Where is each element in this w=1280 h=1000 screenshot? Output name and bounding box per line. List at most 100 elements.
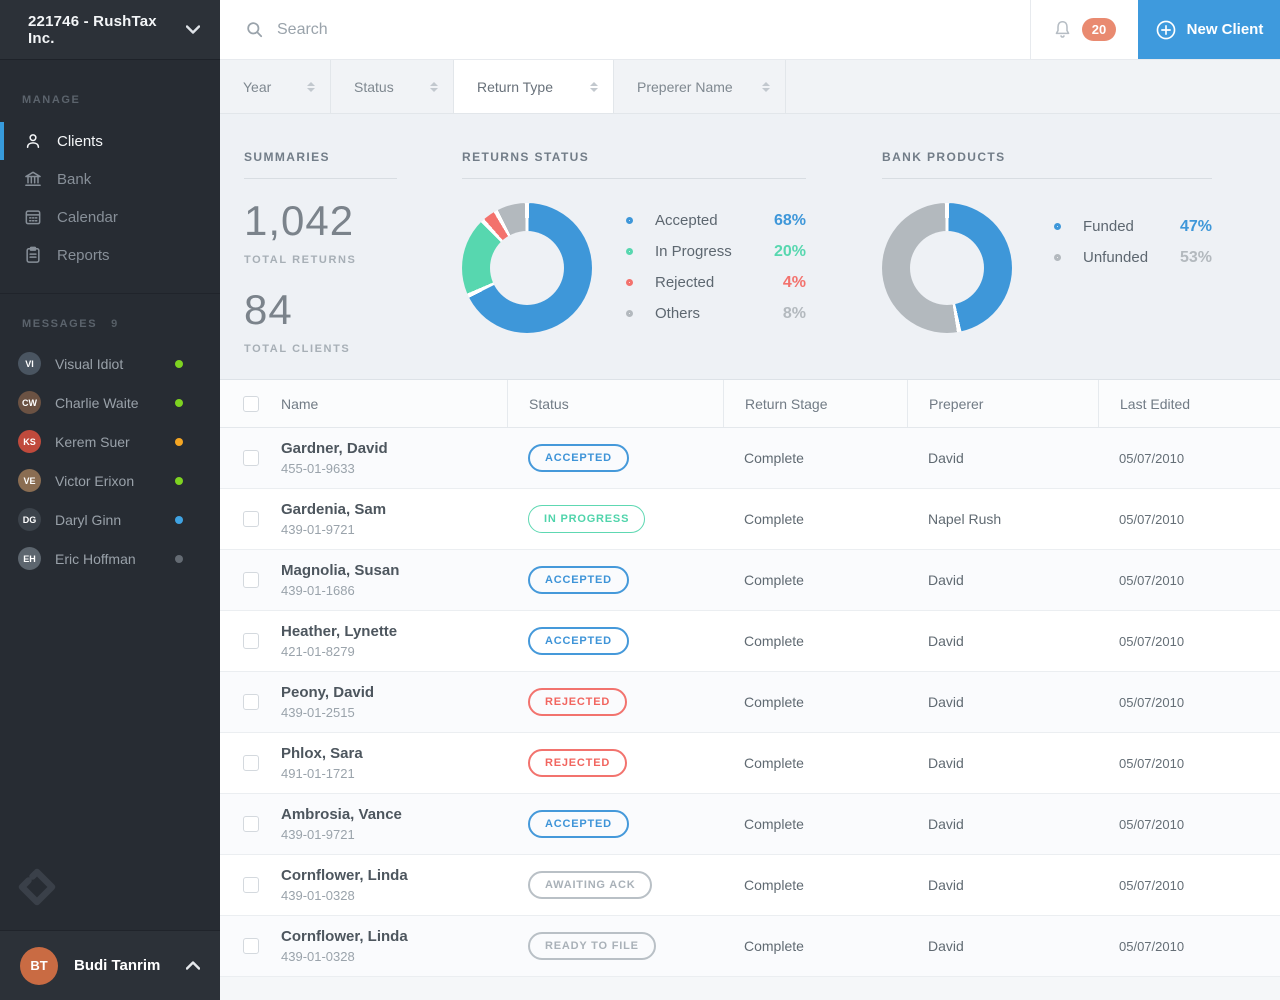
status-badge: IN PROGRESS: [528, 505, 645, 533]
sort-arrows-icon: [576, 82, 598, 92]
avatar: CW: [18, 391, 41, 414]
sidebar-item-calendar[interactable]: Calendar: [0, 198, 220, 236]
row-checkbox[interactable]: [243, 877, 259, 893]
table-row[interactable]: Magnolia, Susan 439-01-1686 ACCEPTED Com…: [220, 550, 1280, 611]
summaries-panel: SUMMARIES 1,042 TOTAL RETURNS 84 TOTAL C…: [244, 114, 462, 379]
current-user-menu[interactable]: BT Budi Tanrim: [0, 930, 220, 1000]
client-ssn: 439-01-9721: [281, 827, 402, 842]
search-input[interactable]: [277, 21, 1030, 39]
message-user-name: Kerem Suer: [55, 434, 130, 450]
message-list-item[interactable]: KS Kerem Suer: [0, 422, 220, 461]
bank-products-legend: Funded 47% Unfunded 53%: [1054, 211, 1212, 273]
sidebar: 221746 - RushTax Inc. MANAGE Clients Ban…: [0, 0, 220, 1000]
message-user-name: Victor Erixon: [55, 473, 134, 489]
filter-preperer-name[interactable]: Preperer Name: [614, 60, 786, 113]
row-checkbox[interactable]: [243, 572, 259, 588]
row-checkbox[interactable]: [243, 450, 259, 466]
client-name: Ambrosia, Vance: [281, 806, 402, 823]
message-list-item[interactable]: VE Victor Erixon: [0, 461, 220, 500]
return-stage: Complete: [744, 938, 804, 954]
presence-dot: [175, 360, 183, 368]
clients-table: Name Status Return Stage Preperer Last E…: [220, 380, 1280, 1000]
sidebar-item-label: Calendar: [57, 209, 118, 226]
client-name: Peony, David: [281, 684, 374, 701]
row-checkbox[interactable]: [243, 511, 259, 527]
status-badge: ACCEPTED: [528, 566, 629, 594]
returns-status-donut-chart: [462, 203, 592, 333]
total-clients-label: TOTAL CLIENTS: [244, 343, 462, 355]
org-switcher[interactable]: 221746 - RushTax Inc.: [0, 0, 220, 60]
total-clients-value: 84: [244, 286, 462, 334]
status-badge: REJECTED: [528, 749, 627, 777]
returns-status-legend: Accepted 68% In Progress 20% Rejected 4%: [626, 205, 806, 329]
last-edited-date: 05/07/2010: [1119, 878, 1184, 893]
table-row[interactable]: Gardenia, Sam 439-01-9721 IN PROGRESS Co…: [220, 489, 1280, 550]
client-name: Gardner, David: [281, 440, 388, 457]
message-list-item[interactable]: EH Eric Hoffman: [0, 539, 220, 578]
table-row[interactable]: Gardner, David 455-01-9633 ACCEPTED Comp…: [220, 428, 1280, 489]
bank-icon: [22, 168, 44, 190]
messages-count: 9: [111, 318, 119, 330]
brand-logo: [16, 866, 220, 908]
filter-year[interactable]: Year: [220, 60, 331, 113]
legend-value: 8%: [783, 305, 806, 323]
presence-dot: [175, 555, 183, 563]
last-edited-date: 05/07/2010: [1119, 512, 1184, 527]
returns-status-title: RETURNS STATUS: [462, 150, 806, 164]
message-user-name: Visual Idiot: [55, 356, 123, 372]
table-row[interactable]: Heather, Lynette 421-01-8279 ACCEPTED Co…: [220, 611, 1280, 672]
filter-label: Status: [354, 79, 394, 95]
notifications-button[interactable]: 20: [1030, 0, 1138, 59]
row-checkbox[interactable]: [243, 755, 259, 771]
presence-dot: [175, 438, 183, 446]
filter-return-type[interactable]: Return Type: [454, 60, 614, 113]
message-list-item[interactable]: DG Daryl Ginn: [0, 500, 220, 539]
table-row[interactable]: Peony, David 439-01-2515 REJECTED Comple…: [220, 672, 1280, 733]
preperer: David: [928, 755, 964, 771]
select-all-checkbox[interactable]: [243, 396, 259, 412]
client-name: Cornflower, Linda: [281, 928, 408, 945]
table-row[interactable]: Cornflower, Linda 439-01-0328 AWAITING A…: [220, 855, 1280, 916]
returns-status-panel: RETURNS STATUS Accepted 68% In Progress …: [462, 114, 806, 379]
legend-item: Others 8%: [626, 298, 806, 329]
table-bottom-filler: [220, 977, 1280, 1000]
filter-label: Return Type: [477, 79, 553, 95]
sidebar-item-bank[interactable]: Bank: [0, 160, 220, 198]
filter-status[interactable]: Status: [331, 60, 454, 113]
row-checkbox[interactable]: [243, 938, 259, 954]
message-list-item[interactable]: CW Charlie Waite: [0, 383, 220, 422]
search-icon: [245, 20, 264, 39]
client-name: Gardenia, Sam: [281, 501, 386, 518]
new-client-button[interactable]: New Client: [1138, 0, 1280, 59]
sidebar-item-reports[interactable]: Reports: [0, 236, 220, 274]
table-row[interactable]: Cornflower, Linda 439-01-0328 READY TO F…: [220, 916, 1280, 977]
row-checkbox[interactable]: [243, 694, 259, 710]
filter-label: Preperer Name: [637, 79, 733, 95]
preperer: David: [928, 450, 964, 466]
preperer: Napel Rush: [928, 511, 1001, 527]
message-user-name: Daryl Ginn: [55, 512, 121, 528]
legend-item: Unfunded 53%: [1054, 242, 1212, 273]
table-row[interactable]: Ambrosia, Vance 439-01-9721 ACCEPTED Com…: [220, 794, 1280, 855]
status-badge: ACCEPTED: [528, 444, 629, 472]
preperer: David: [928, 633, 964, 649]
message-list-item[interactable]: VI Visual Idiot: [0, 344, 220, 383]
return-stage: Complete: [744, 511, 804, 527]
legend-value: 68%: [774, 212, 806, 230]
legend-item: In Progress 20%: [626, 236, 806, 267]
sort-arrows-icon: [293, 82, 315, 92]
bank-products-panel: BANK PRODUCTS Funded 47% Unfunded 53%: [882, 114, 1212, 379]
client-name: Phlox, Sara: [281, 745, 363, 762]
summary-band: SUMMARIES 1,042 TOTAL RETURNS 84 TOTAL C…: [220, 114, 1280, 380]
sidebar-nav: MANAGE Clients Bank Calendar Reports: [0, 60, 220, 274]
table-row[interactable]: Phlox, Sara 491-01-1721 REJECTED Complet…: [220, 733, 1280, 794]
manage-section-label: MANAGE: [0, 94, 220, 106]
summaries-title: SUMMARIES: [244, 150, 462, 164]
chevron-down-icon: [186, 25, 200, 34]
status-badge: READY TO FILE: [528, 932, 656, 960]
row-checkbox[interactable]: [243, 633, 259, 649]
sidebar-item-clients[interactable]: Clients: [0, 122, 220, 160]
return-stage: Complete: [744, 450, 804, 466]
row-checkbox[interactable]: [243, 816, 259, 832]
return-stage: Complete: [744, 633, 804, 649]
